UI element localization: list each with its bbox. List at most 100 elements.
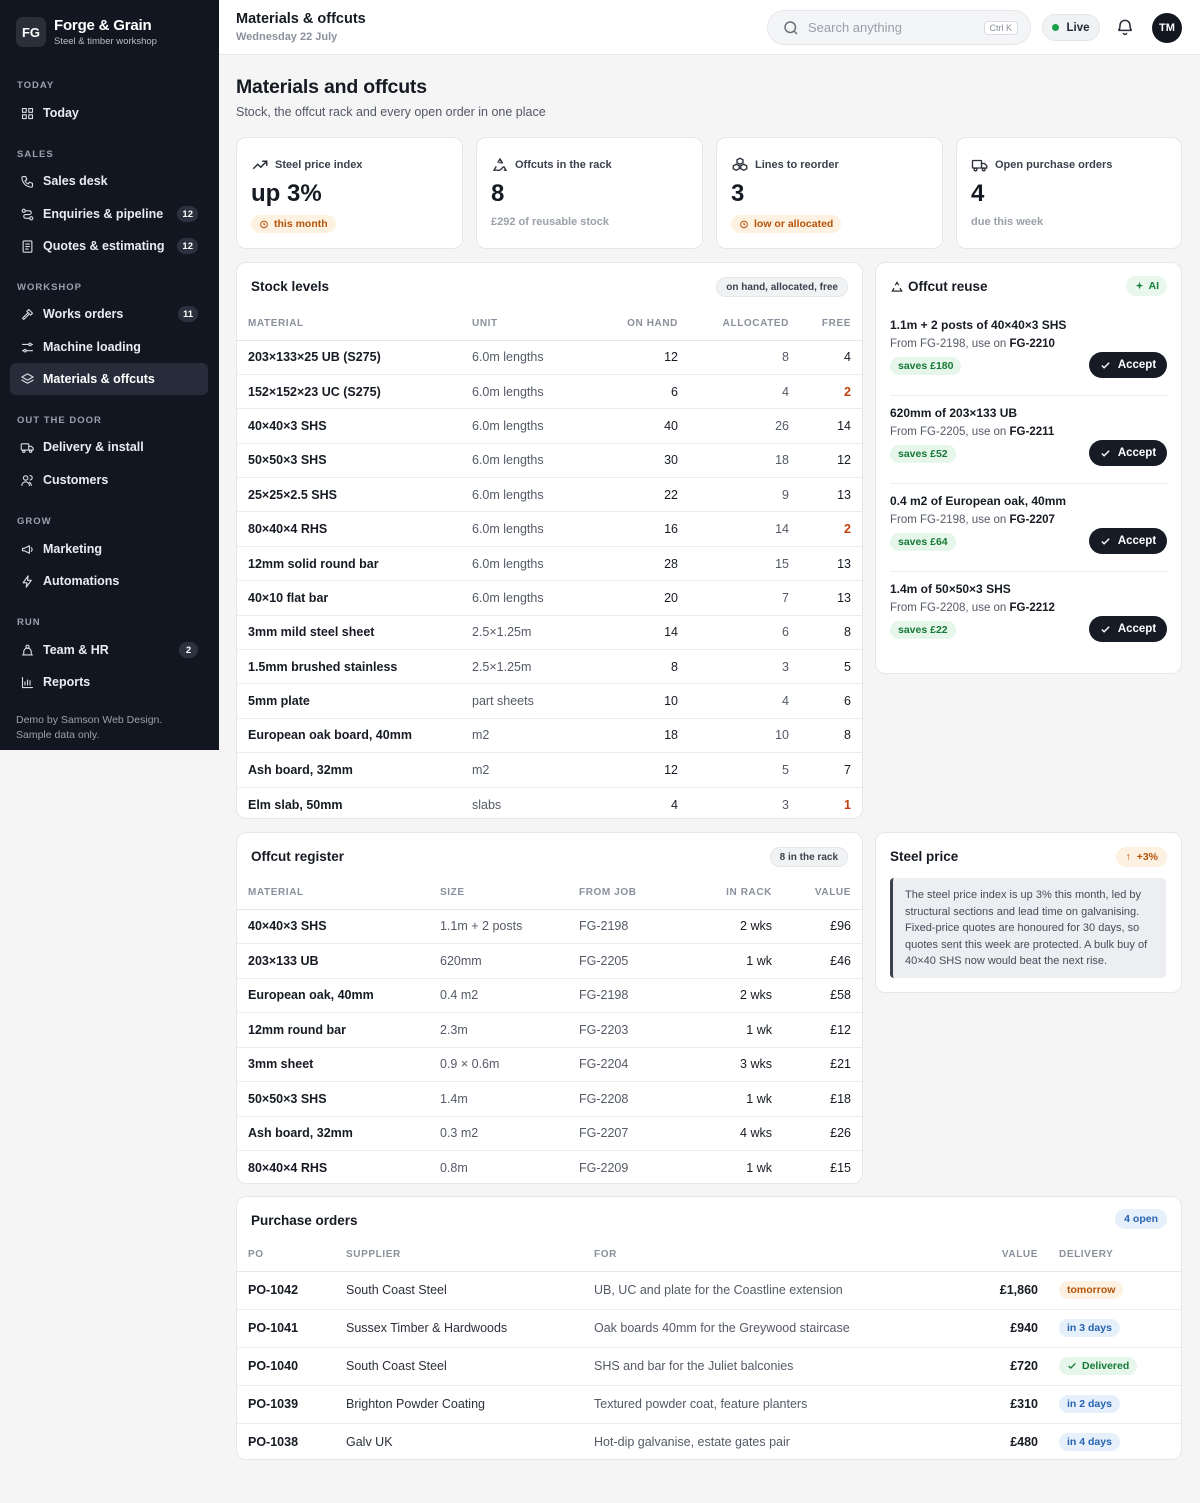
on-hand-cell: 30 bbox=[592, 443, 678, 479]
table-row[interactable]: 152×152×23 UC (S275) 6.0m lengths 6 4 2 bbox=[237, 374, 862, 410]
offcut-register-tag: 8 in the rack bbox=[769, 847, 848, 867]
rack-cell: 3 wks bbox=[674, 1047, 772, 1082]
kpi-reorder[interactable]: Lines to reorder 3 low or allocated bbox=[716, 137, 943, 249]
material-cell: 1.5mm brushed stainless bbox=[237, 649, 472, 685]
size-cell: 0.9 × 0.6m bbox=[440, 1047, 579, 1082]
table-row[interactable]: 80×40×4 RHS 6.0m lengths 16 14 2 bbox=[237, 511, 862, 547]
table-row[interactable]: Elm slab, 50mm slabs 4 3 1 bbox=[237, 787, 862, 821]
avatar[interactable]: TM bbox=[1152, 13, 1182, 43]
col-in-rack[interactable]: IN RACK bbox=[674, 877, 772, 910]
sidebar-item-sales-desk[interactable]: Sales desk bbox=[10, 165, 208, 197]
po-cell[interactable]: PO-1042 bbox=[237, 1271, 346, 1310]
sidebar-item-quotes-estimating[interactable]: Quotes & estimating 12 bbox=[10, 230, 208, 262]
table-row[interactable]: 50×50×3 SHS 6.0m lengths 30 18 12 bbox=[237, 443, 862, 479]
col-on-hand[interactable]: ON HAND bbox=[592, 308, 678, 341]
table-row[interactable]: 25×25×2.5 SHS 6.0m lengths 22 9 13 bbox=[237, 477, 862, 513]
sidebar-item-label: Team & HR bbox=[43, 643, 109, 657]
job-link[interactable]: FG-2212 bbox=[1010, 602, 1055, 614]
kpi-steel-price[interactable]: Steel price index up 3% this month bbox=[236, 137, 463, 249]
sidebar-item-delivery-install[interactable]: Delivery & install bbox=[10, 431, 208, 463]
col-material[interactable]: MATERIAL bbox=[237, 308, 472, 341]
table-row[interactable]: PO-1038 Galv UK Hot-dip galvanise, estate … bbox=[237, 1423, 1181, 1461]
col-po[interactable]: PO bbox=[237, 1239, 346, 1272]
footer-note: Sample data only. bbox=[16, 729, 100, 741]
col-free[interactable]: FREE bbox=[789, 308, 862, 341]
col-for[interactable]: FOR bbox=[594, 1239, 964, 1272]
po-cell[interactable]: PO-1040 bbox=[237, 1347, 346, 1386]
table-row[interactable]: 40×40×3 SHS 6.0m lengths 40 26 14 bbox=[237, 408, 862, 444]
job-link[interactable]: FG-2210 bbox=[1010, 338, 1055, 350]
table-row[interactable]: 203×133×25 UB (S275) 6.0m lengths 12 8 4 bbox=[237, 340, 862, 375]
col-supplier[interactable]: SUPPLIER bbox=[346, 1239, 594, 1272]
col-value[interactable]: VALUE bbox=[772, 877, 862, 910]
table-row[interactable]: PO-1040 South Coast Steel SHS and bar for … bbox=[237, 1347, 1181, 1386]
sidebar-item-customers[interactable]: Customers bbox=[10, 464, 208, 496]
allocated-cell: 4 bbox=[678, 374, 789, 410]
purchase-orders-title: Purchase orders bbox=[251, 1213, 358, 1228]
job-link[interactable]: FG-2211 bbox=[1010, 426, 1055, 438]
sidebar-item-enquiries-pipeline[interactable]: Enquiries & pipeline 12 bbox=[10, 198, 208, 230]
table-row[interactable]: 3mm mild steel sheet 2.5×1.25m 14 6 8 bbox=[237, 615, 862, 651]
accept-button[interactable]: Accept bbox=[1089, 616, 1167, 642]
kpi-offcuts[interactable]: Offcuts in the rack 8 £292 of reusable s… bbox=[476, 137, 703, 249]
col-from-job[interactable]: FROM JOB bbox=[579, 877, 674, 910]
offcut-suggestion: 1.1m + 2 posts of 40×40×3 SHS From FG-219… bbox=[890, 318, 1167, 378]
sidebar-item-reports[interactable]: Reports bbox=[10, 666, 208, 698]
free-cell: 2 bbox=[789, 374, 862, 410]
table-row[interactable]: European oak board, 40mm m2 18 10 8 bbox=[237, 718, 862, 754]
table-row[interactable]: PO-1041 Sussex Timber & Hardwoods Oak boar… bbox=[237, 1309, 1181, 1348]
col-unit[interactable]: UNIT bbox=[472, 308, 592, 341]
table-row[interactable]: 40×10 flat bar 6.0m lengths 20 7 13 bbox=[237, 580, 862, 616]
table-row[interactable]: European oak, 40mm 0.4 m2 FG-2198 2 wks £58 bbox=[237, 978, 862, 1013]
po-cell[interactable]: PO-1041 bbox=[237, 1309, 346, 1348]
free-cell: 8 bbox=[789, 615, 862, 651]
accept-button[interactable]: Accept bbox=[1089, 440, 1167, 466]
job-cell: FG-2208 bbox=[579, 1081, 674, 1117]
material-cell: Elm slab, 50mm bbox=[248, 797, 343, 812]
free-cell: 14 bbox=[789, 408, 862, 444]
col-material[interactable]: MATERIAL bbox=[237, 877, 440, 910]
allocated-cell: 7 bbox=[678, 580, 789, 616]
for-cell: Oak boards 40mm for the Greywood stairca… bbox=[594, 1309, 964, 1348]
live-status[interactable]: Live bbox=[1042, 14, 1100, 41]
table-row[interactable]: 40×40×3 SHS 1.1m + 2 posts FG-2198 2 wks £96 bbox=[237, 909, 862, 944]
table-row[interactable]: 80×40×4 RHS 0.8m FG-2209 1 wk £15 bbox=[237, 1151, 862, 1186]
col-value[interactable]: VALUE bbox=[964, 1239, 1038, 1272]
suggestion-title: 0.4 m2 of European oak, 40mm bbox=[890, 494, 1067, 508]
po-cell[interactable]: PO-1039 bbox=[237, 1385, 346, 1424]
sidebar-item-team-hr[interactable]: Team & HR 2 bbox=[10, 634, 208, 666]
col-delivery[interactable]: DELIVERY bbox=[1038, 1239, 1181, 1272]
job-link[interactable]: FG-2207 bbox=[1010, 514, 1055, 526]
po-cell[interactable]: PO-1038 bbox=[237, 1423, 346, 1461]
table-row[interactable]: 12mm round bar 2.3m FG-2203 1 wk £12 bbox=[237, 1012, 862, 1048]
job-cell: FG-2203 bbox=[579, 1012, 674, 1048]
sidebar-item-marketing[interactable]: Marketing bbox=[10, 533, 208, 565]
table-row[interactable]: 50×50×3 SHS 1.4m FG-2208 1 wk £18 bbox=[237, 1081, 862, 1117]
table-row[interactable]: 12mm solid round bar 6.0m lengths 28 15 13 bbox=[237, 546, 862, 582]
allocated-cell: 26 bbox=[678, 408, 789, 444]
table-row[interactable]: Ash board, 32mm 0.3 m2 FG-2207 4 wks £26 bbox=[237, 1116, 862, 1151]
sidebar-item-automations[interactable]: Automations bbox=[10, 565, 208, 597]
size-cell: 1.1m + 2 posts bbox=[440, 909, 579, 944]
table-row[interactable]: Ash board, 32mm m2 12 5 7 bbox=[237, 752, 862, 788]
kpi-purchase-orders[interactable]: Open purchase orders 4 due this week bbox=[956, 137, 1182, 249]
material-cell: 40×40×3 SHS bbox=[237, 408, 472, 444]
table-row[interactable]: PO-1042 South Coast Steel UB, UC and plate… bbox=[237, 1271, 1181, 1310]
table-row[interactable]: PO-1039 Brighton Powder Coating Textured p… bbox=[237, 1385, 1181, 1424]
sidebar-item-machine-loading[interactable]: Machine loading bbox=[10, 331, 208, 363]
sidebar-item-today[interactable]: Today bbox=[10, 97, 208, 129]
col-allocated[interactable]: ALLOCATED bbox=[678, 308, 789, 341]
table-row[interactable]: 3mm sheet 0.9 × 0.6m FG-2204 3 wks £21 bbox=[237, 1047, 862, 1082]
table-row[interactable]: 1.5mm brushed stainless 2.5×1.25m 8 3 5 bbox=[237, 649, 862, 685]
col-size[interactable]: SIZE bbox=[440, 877, 579, 910]
sidebar-item-works-orders[interactable]: Works orders 11 bbox=[10, 298, 208, 330]
sidebar-item-materials-offcuts[interactable]: Materials & offcuts bbox=[10, 363, 208, 395]
table-row[interactable]: 203×133 UB 620mm FG-2205 1 wk £46 bbox=[237, 943, 862, 979]
accept-button[interactable]: Accept bbox=[1089, 352, 1167, 378]
accept-button[interactable]: Accept bbox=[1089, 528, 1167, 554]
brand[interactable]: FG Forge & Grain Steel & timber workshop bbox=[16, 17, 157, 47]
table-row[interactable]: 5mm plate part sheets 10 4 6 bbox=[237, 683, 862, 719]
search-bar[interactable]: Ctrl K bbox=[767, 10, 1031, 45]
search-input[interactable] bbox=[808, 20, 978, 35]
bell-icon[interactable] bbox=[1115, 17, 1135, 37]
